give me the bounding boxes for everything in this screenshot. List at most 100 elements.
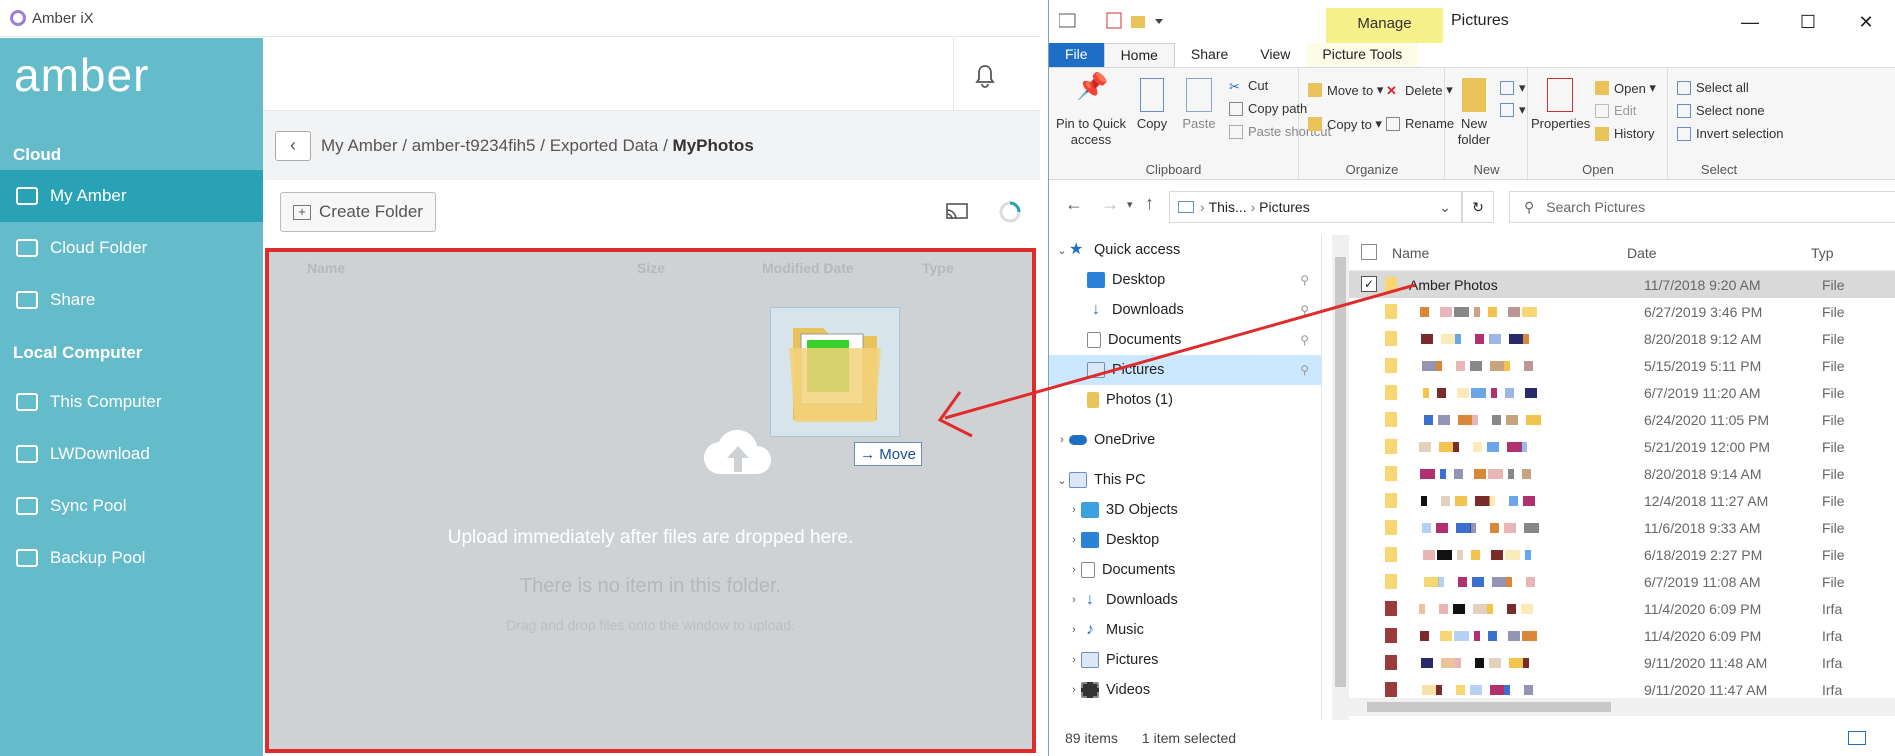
tab-picture-tools[interactable]: Picture Tools [1306,43,1419,67]
nav-pc-music[interactable]: › ♪ Music [1049,615,1321,645]
pin-icon[interactable]: ⚲ [1300,333,1309,347]
column-date[interactable]: Date [1627,245,1657,261]
file-row[interactable]: 6/18/2019 2:27 PM File [1349,541,1895,568]
select-all-button[interactable]: Select all [1677,80,1749,95]
nav-qa-downloads[interactable]: ↓ Downloads ⚲ [1049,295,1321,325]
nav-quick-access[interactable]: ⌄ ★ Quick access [1049,235,1321,265]
nav-qa-desktop[interactable]: Desktop ⚲ [1049,265,1321,295]
sidebar-item-sync-pool[interactable]: Sync Pool [0,480,263,532]
search-input[interactable]: ⚲ Search Pictures [1509,191,1895,223]
move-to-button[interactable]: Move to ▾ [1308,82,1383,98]
nav-qa-documents[interactable]: Documents ⚲ [1049,325,1321,355]
quick-access-toolbar[interactable] [1059,12,1179,30]
address-segment[interactable]: This... [1209,199,1247,215]
column-name[interactable]: Name [1392,245,1429,261]
maximize-icon[interactable]: ☐ [1779,12,1837,33]
scrollbar-thumb[interactable] [1367,702,1611,712]
back-button[interactable]: ‹ [275,130,311,161]
tab-home[interactable]: Home [1103,43,1175,67]
nav-qa-pictures[interactable]: Pictures ⚲ [1049,355,1321,385]
file-row[interactable]: 8/20/2018 9:14 AM File [1349,460,1895,487]
paste-button[interactable]: Paste [1177,78,1221,132]
breadcrumb-item[interactable]: amber-t9234fih5 [412,136,536,156]
open-button[interactable]: Open ▾ [1595,80,1656,96]
file-row[interactable]: 6/7/2019 11:08 AM File [1349,568,1895,595]
bell-icon[interactable] [973,63,997,89]
nav-pc-videos[interactable]: › Videos [1049,675,1321,705]
file-row[interactable]: 11/4/2020 6:09 PM Irfa [1349,595,1895,622]
chevron-right-icon[interactable]: › [1067,594,1081,606]
column-type[interactable]: Type [922,260,954,288]
tab-file[interactable]: File [1049,43,1104,67]
address-segment[interactable]: Pictures [1259,199,1310,215]
back-arrow-icon[interactable]: ← [1065,194,1083,215]
refresh-button[interactable]: ↻ [1462,191,1494,223]
sidebar-item-backup-pool[interactable]: Backup Pool [0,532,263,584]
column-modified[interactable]: Modified Date [762,260,922,288]
details-view-icon[interactable] [1848,731,1866,745]
breadcrumb-item[interactable]: Exported Data [550,136,659,156]
sidebar-item-cloud-folder[interactable]: Cloud Folder [0,222,263,274]
nav-qa-photos[interactable]: Photos (1) [1049,385,1321,415]
file-row[interactable]: 5/15/2019 5:11 PM File [1349,352,1895,379]
chevron-right-icon[interactable]: › [1067,624,1081,636]
nav-pc-3d-objects[interactable]: › 3D Objects [1049,495,1321,525]
sidebar-item-lwdownload[interactable]: LWDownload [0,428,263,480]
storage-usage-icon[interactable] [998,200,1022,224]
sidebar-item-this-computer[interactable]: This Computer [0,376,263,428]
nav-pc-documents[interactable]: › Documents [1049,555,1321,585]
chevron-down-icon[interactable]: ⌄ [1439,199,1451,216]
scrollbar-thumb[interactable] [1335,257,1346,687]
nav-onedrive[interactable]: › OneDrive [1049,425,1321,455]
edit-button[interactable]: Edit [1595,103,1636,118]
new-folder-button[interactable]: New folder [1452,78,1496,148]
file-row[interactable]: 6/27/2019 3:46 PM File [1349,298,1895,325]
file-row[interactable]: 12/4/2018 11:27 AM File [1349,487,1895,514]
row-checkbox[interactable]: ✓ [1361,276,1377,292]
address-bar[interactable]: › This... › Pictures ⌄ [1169,191,1462,223]
rename-button[interactable]: Rename [1386,116,1454,131]
tab-view[interactable]: View [1244,43,1306,67]
pin-icon[interactable]: ⚲ [1300,363,1309,377]
pin-to-quick-access-button[interactable]: 📌 Pin to Quick access [1055,73,1127,148]
cut-button[interactable]: ✂ Cut [1229,78,1268,94]
drop-zone[interactable]: Name Size Modified Date Type Upload imme… [265,248,1036,753]
create-folder-button[interactable]: + Create Folder [280,192,436,232]
file-row[interactable]: ✓ Amber Photos 11/7/2018 9:20 AM File [1349,271,1895,298]
chevron-right-icon[interactable]: › [1067,654,1081,666]
copy-to-button[interactable]: Copy to ▾ [1308,116,1382,132]
easy-access-button[interactable]: ▾ [1500,102,1526,118]
recent-locations-icon[interactable]: ▾ [1127,198,1133,211]
pin-icon[interactable]: ⚲ [1300,273,1309,287]
chevron-down-icon[interactable]: ⌄ [1055,244,1069,257]
delete-button[interactable]: ✕ Delete ▾ [1386,82,1453,98]
file-row[interactable]: 9/11/2020 11:48 AM Irfa [1349,649,1895,676]
chevron-right-icon[interactable]: › [1067,684,1081,696]
nav-pc-downloads[interactable]: › ↓ Downloads [1049,585,1321,615]
file-row[interactable]: 6/7/2019 11:20 AM File [1349,379,1895,406]
pin-icon[interactable]: ⚲ [1300,303,1309,317]
file-row[interactable]: 5/21/2019 12:00 PM File [1349,433,1895,460]
horizontal-scrollbar[interactable] [1349,698,1895,716]
copy-button[interactable]: Copy [1131,78,1173,132]
history-button[interactable]: History [1595,126,1654,141]
chevron-right-icon[interactable]: › [1067,534,1081,546]
properties-button[interactable]: Properties [1531,78,1590,132]
nav-this-pc[interactable]: ⌄ This PC [1049,465,1321,495]
forward-arrow-icon[interactable]: → [1101,194,1119,215]
nav-pc-desktop[interactable]: › Desktop [1049,525,1321,555]
close-icon[interactable]: ✕ [1837,12,1895,33]
sidebar-item-my-amber[interactable]: My Amber [0,170,263,222]
chevron-right-icon[interactable]: › [1067,564,1081,576]
nav-pc-pictures[interactable]: › Pictures [1049,645,1321,675]
file-row[interactable]: 8/20/2018 9:12 AM File [1349,325,1895,352]
copy-path-button[interactable]: Copy path [1229,101,1307,116]
tab-share[interactable]: Share [1175,43,1244,67]
select-none-button[interactable]: Select none [1677,103,1765,118]
file-row[interactable]: 11/4/2020 6:09 PM Irfa [1349,622,1895,649]
new-item-button[interactable]: ▾ [1500,80,1526,96]
invert-selection-button[interactable]: Invert selection [1677,126,1783,141]
chevron-right-icon[interactable]: › [1055,434,1069,446]
breadcrumb-item[interactable]: My Amber [321,136,398,156]
sidebar-item-share[interactable]: Share [0,274,263,326]
